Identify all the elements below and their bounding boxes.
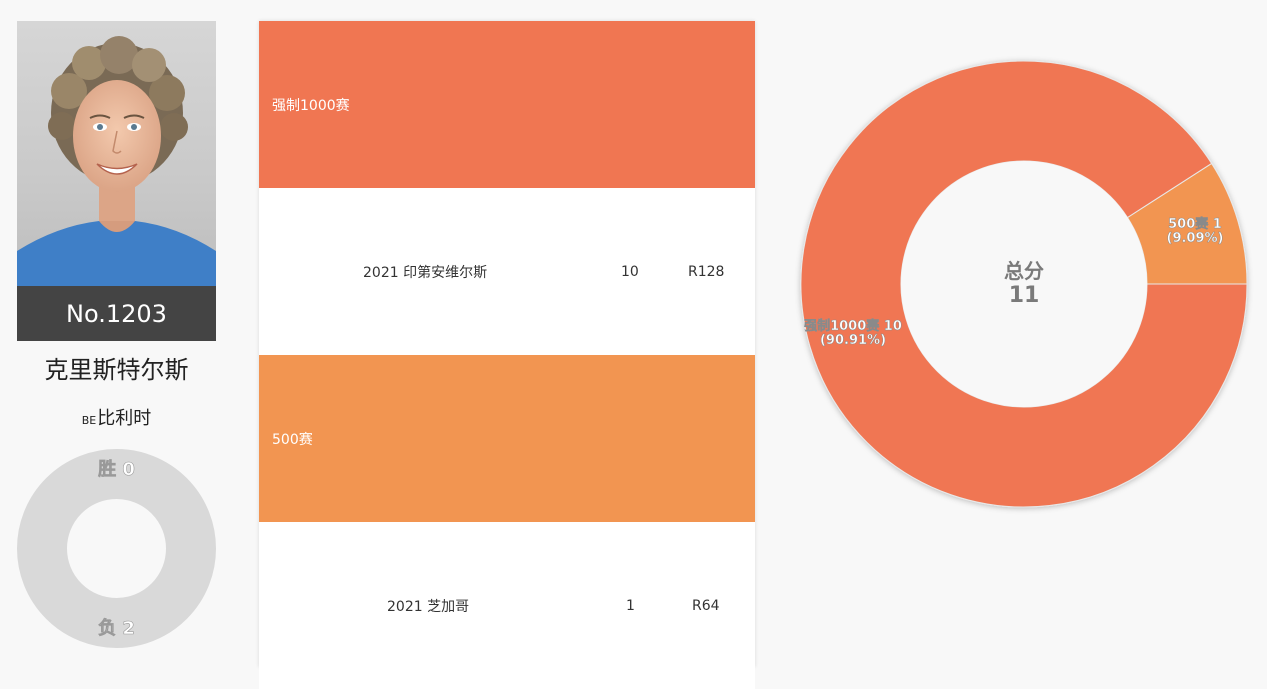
- donut-slice-percent: (9.09%): [1167, 231, 1224, 246]
- player-photo: [17, 21, 216, 286]
- donut-center-value: 11: [1009, 283, 1040, 308]
- donut-center-title: 总分: [1004, 259, 1044, 283]
- category-label: 强制1000赛: [272, 97, 350, 114]
- donut-slice-label: 强制1000赛 10: [804, 318, 902, 334]
- event-round: R128: [688, 263, 725, 280]
- category-row-1000: 强制1000赛: [259, 21, 755, 188]
- win-loss-ring: [17, 449, 216, 648]
- country-name: 比利时: [97, 408, 152, 429]
- category-row-500: 500赛: [259, 355, 755, 522]
- player-name: 克里斯特尔斯: [44, 356, 189, 384]
- donut-slice-label: 500赛 1: [1168, 216, 1222, 232]
- event-name: 2021 芝加哥: [387, 598, 470, 615]
- player-country: BE比利时: [17, 404, 216, 430]
- losses-label: 负 2: [98, 617, 135, 639]
- player-rank: No.1203: [17, 286, 216, 341]
- player-portrait-image: [17, 36, 216, 286]
- points-donut-chart: 总分 11 强制1000赛 10(90.91%) 500赛 1(9.09%): [800, 60, 1248, 508]
- table-row: 2021 芝加哥 1 R64: [259, 522, 755, 689]
- event-round: R64: [692, 597, 720, 614]
- event-points: 10: [621, 263, 639, 280]
- points-breakdown-table: 强制1000赛 2021 印第安维尔斯 10 R128 500赛 2021 芝加…: [259, 21, 755, 689]
- category-label: 500赛: [272, 431, 313, 448]
- wins-label: 胜 0: [98, 459, 135, 480]
- donut-slice-percent: (90.91%): [820, 333, 886, 348]
- table-row: 2021 印第安维尔斯 10 R128: [259, 188, 755, 355]
- win-loss-donut: 胜 0 负 2: [17, 449, 216, 648]
- country-code: BE: [81, 414, 97, 427]
- event-points: 1: [626, 597, 635, 614]
- event-name: 2021 印第安维尔斯: [363, 264, 488, 281]
